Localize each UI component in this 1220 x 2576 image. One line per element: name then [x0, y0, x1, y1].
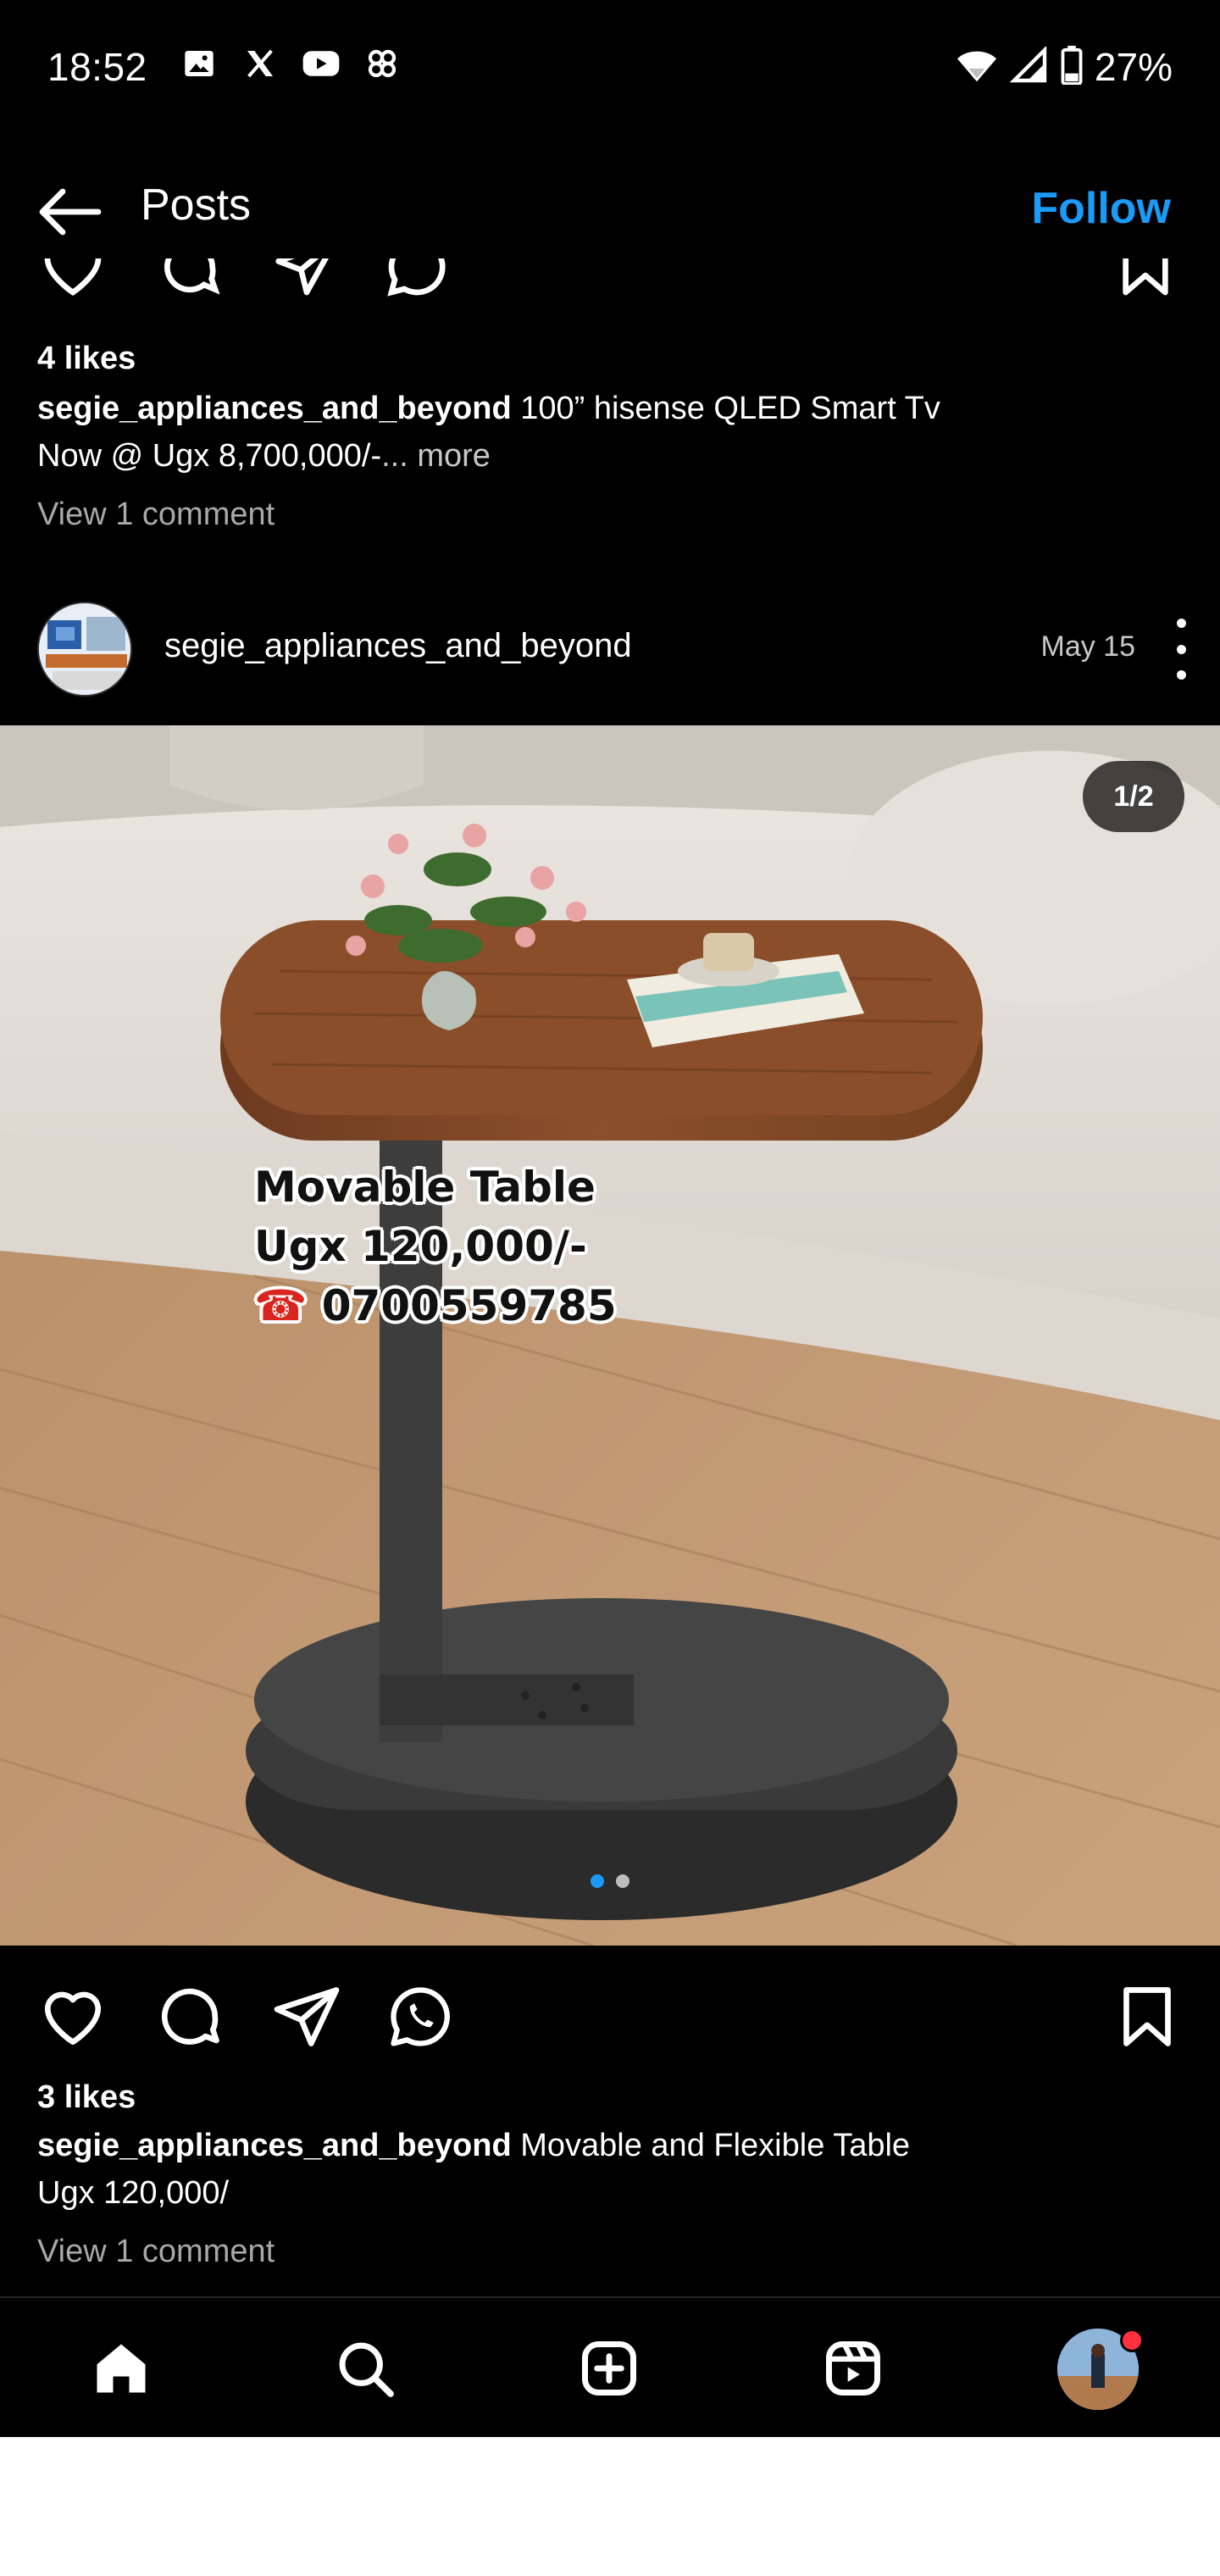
previous-post-actions — [0, 258, 1220, 309]
caption-text-line1: Movable and Flexible Table — [520, 2128, 911, 2163]
nav-home[interactable] — [83, 2330, 159, 2407]
post-username[interactable]: segie_appliances_and_beyond — [164, 627, 632, 665]
post-date: May 15 — [1040, 630, 1136, 663]
signal-icon — [1009, 45, 1049, 88]
reels-icon — [826, 2341, 880, 2396]
search-icon — [339, 2342, 394, 2397]
top-header: Posts Follow — [0, 161, 1220, 254]
share-button[interactable] — [269, 1979, 344, 2054]
caption-username[interactable]: segie_appliances_and_beyond — [37, 2128, 512, 2163]
heart-icon — [44, 1991, 102, 2046]
price-overlay: Movable Table Ugx 120,000/- ☎ 0700559785 — [254, 1158, 617, 1335]
previous-post-likes[interactable]: 4 likes — [37, 341, 136, 377]
status-time: 18:52 — [47, 45, 147, 89]
previous-post-caption: segie_appliances_and_beyond 100” hisense… — [37, 385, 1105, 480]
carousel-dots — [0, 1874, 1220, 1888]
bookmark-icon — [1123, 1987, 1171, 2046]
caption-username[interactable]: segie_appliances_and_beyond — [37, 391, 512, 426]
bottom-navigation — [0, 2296, 1220, 2437]
youtube-icon — [302, 44, 341, 83]
like-icon[interactable] — [39, 258, 107, 301]
battery-percent: 27% — [1094, 45, 1173, 89]
overlay-price: Ugx 120,000/- — [254, 1222, 587, 1271]
more-link[interactable]: ... more — [381, 438, 491, 474]
post-image[interactable]: 1/2 Movable Table Ugx 120,000/- ☎ 070055… — [0, 725, 1220, 1946]
follow-button[interactable]: Follow — [1031, 183, 1171, 234]
previous-post-view-comments[interactable]: View 1 comment — [37, 497, 274, 533]
post-actions — [0, 1974, 1220, 2059]
avatar[interactable] — [37, 602, 132, 697]
share-icon[interactable] — [273, 258, 341, 301]
post-likes[interactable]: 3 likes — [37, 2079, 136, 2116]
overlay-title: Movable Table — [254, 1163, 596, 1212]
product-photo — [0, 725, 1220, 1946]
nav-search[interactable] — [327, 2330, 403, 2407]
wifi-icon — [956, 47, 998, 88]
more-options-icon[interactable] — [1166, 619, 1196, 680]
like-button[interactable] — [36, 1979, 110, 2054]
send-icon — [274, 1987, 340, 2046]
nav-create[interactable] — [571, 2330, 647, 2407]
app-screen: 18:52 27% Posts Follow 4 likes segie_app… — [0, 0, 1220, 2437]
post-header: segie_appliances_and_beyond May 15 — [0, 593, 1220, 703]
notification-dot — [1120, 2329, 1144, 2352]
save-button[interactable] — [1110, 1979, 1184, 2054]
whatsapp-icon[interactable] — [383, 258, 451, 301]
pinwheel-icon — [363, 44, 402, 83]
create-icon — [582, 2341, 636, 2396]
caption-text-line1: 100” hisense QLED Smart Tv — [520, 391, 940, 426]
comment-icon[interactable] — [156, 258, 224, 301]
telephone-icon: ☎ — [254, 1281, 308, 1330]
overlay-phone: ☎ 0700559785 — [254, 1276, 617, 1335]
caption-text-line2: Ugx 120,000/ — [37, 2175, 230, 2211]
post-caption: segie_appliances_and_beyond Movable and … — [37, 2122, 1105, 2217]
page-title: Posts — [141, 180, 252, 230]
status-bar: 18:52 27% — [0, 0, 1220, 136]
system-status: 27% — [956, 44, 1173, 90]
gallery-icon — [180, 44, 219, 83]
back-arrow-icon — [39, 188, 102, 236]
whatsapp-share-button[interactable] — [383, 1979, 458, 2054]
home-icon — [97, 2344, 146, 2393]
caption-text-line2: Now @ Ugx 8,700,000/- — [37, 438, 382, 474]
x-icon — [241, 44, 280, 83]
battery-icon — [1061, 45, 1083, 89]
comment-icon — [161, 1988, 219, 2045]
view-comments-link[interactable]: View 1 comment — [37, 2234, 274, 2270]
whatsapp-icon — [391, 1987, 450, 2046]
comment-button[interactable] — [152, 1979, 227, 2054]
carousel-counter: 1/2 — [1083, 761, 1184, 832]
save-icon[interactable] — [1112, 258, 1179, 301]
carousel-dot-2 — [616, 1874, 629, 1888]
overlay-phone-number: 0700559785 — [321, 1281, 617, 1330]
back-button[interactable] — [34, 176, 105, 247]
nav-reels[interactable] — [815, 2330, 891, 2407]
carousel-dot-1 — [591, 1874, 604, 1888]
notification-icons — [180, 44, 402, 83]
